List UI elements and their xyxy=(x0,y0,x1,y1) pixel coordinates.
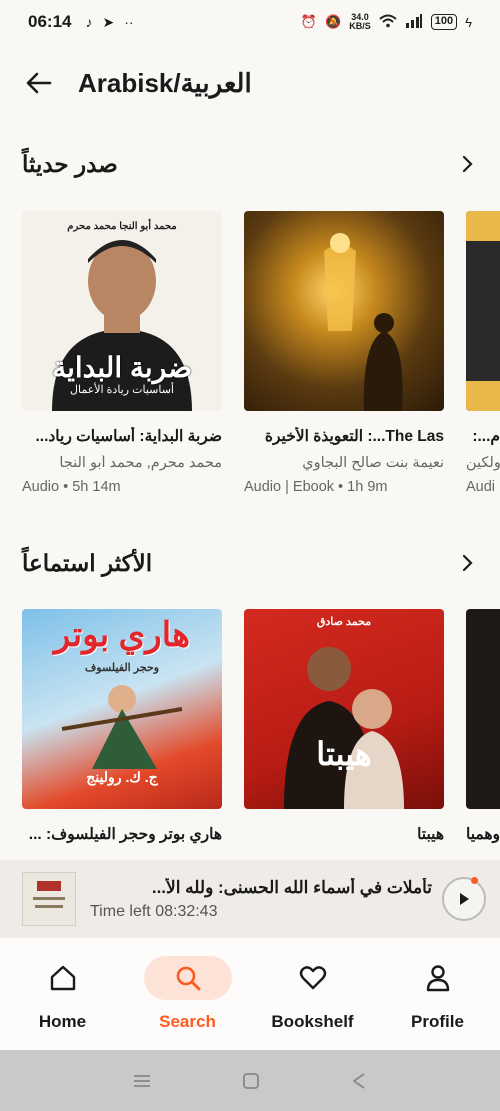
notification-icons: ♪ ➤ ·· xyxy=(85,14,133,31)
mini-player-time-left: Time left 08:32:43 xyxy=(90,902,218,920)
charging-icon: ϟ xyxy=(465,14,472,30)
section-title: صدر حديثاً xyxy=(22,150,118,177)
more-dots-icon: ·· xyxy=(124,13,134,30)
book-card[interactable]: وهميا xyxy=(466,609,500,844)
book-card[interactable]: محمد أبو النجا محمد محرم ضربة البداية أس… xyxy=(22,211,222,495)
tab-label: Home xyxy=(38,1012,87,1031)
progress-indicator xyxy=(471,877,478,884)
tab-label: Search xyxy=(159,1012,216,1031)
section-header[interactable]: صدر حديثاً xyxy=(0,144,500,184)
book-cover[interactable] xyxy=(466,609,500,809)
book-cover[interactable]: محمد صادق هيبتا xyxy=(244,609,444,809)
tab-home[interactable]: Home xyxy=(0,938,125,1050)
mini-player-cover[interactable] xyxy=(22,872,76,926)
book-author: ولكين xyxy=(466,455,500,471)
book-meta: Audi xyxy=(466,479,496,495)
glowing-figure-illustration xyxy=(324,233,403,411)
book-title: هيبتا xyxy=(417,826,444,843)
book-title: م...: xyxy=(472,428,500,445)
mini-player-text[interactable]: تأملات في أسماء الله الحسنى: ولله الأ...… xyxy=(90,878,432,921)
wifi-icon xyxy=(379,14,397,31)
network-speed: 34.0 KB/S xyxy=(349,12,371,31)
section-header[interactable]: الأكثر استماعاً xyxy=(0,543,500,583)
page-title: Arabisk/العربية xyxy=(78,67,252,98)
back-nav-icon[interactable] xyxy=(350,1072,368,1090)
section-most-listened: الأكثر استماعاً هاري بوتر وحجر الفيلسوف … xyxy=(0,543,500,860)
status-right: ⏰ 🔕 34.0 KB/S 100 ϟ xyxy=(301,13,472,31)
tiktok-icon: ♪ xyxy=(85,13,93,30)
tab-bookshelf[interactable]: Bookshelf xyxy=(250,938,375,1050)
mute-icon: 🔕 xyxy=(325,14,342,29)
tab-profile[interactable]: Profile xyxy=(375,938,500,1050)
page-header: Arabisk/العربية xyxy=(0,52,500,114)
mini-player-title: تأملات في أسماء الله الحسنى: ولله الأ... xyxy=(151,877,432,897)
status-time: 06:14 xyxy=(28,12,72,31)
book-cover[interactable] xyxy=(244,211,444,411)
home-nav-icon[interactable] xyxy=(242,1072,260,1090)
book-card[interactable]: هاري بوتر وحجر الفيلسوف ج. ك. رولينج هار… xyxy=(22,609,222,844)
mini-player[interactable]: تأملات في أسماء الله الحسنى: ولله الأ...… xyxy=(0,860,500,938)
status-bar: 06:14 ♪ ➤ ·· ⏰ 🔕 34.0 KB/S 100 ϟ xyxy=(0,0,500,44)
book-cover[interactable] xyxy=(466,211,500,411)
alarm-icon: ⏰ xyxy=(300,14,318,29)
play-button[interactable] xyxy=(442,877,486,921)
book-card[interactable]: محمد صادق هيبتا هيبتا xyxy=(244,609,444,844)
telegram-icon: ➤ xyxy=(102,13,115,30)
bottom-tab-bar: Home Search Bookshelf Profile xyxy=(0,938,500,1050)
chevron-right-icon[interactable] xyxy=(456,153,478,175)
book-meta: Audio • 5h 14m xyxy=(22,479,121,495)
couple-illustration xyxy=(284,647,404,809)
battery-indicator: 100 xyxy=(430,14,458,30)
back-arrow-icon[interactable] xyxy=(24,68,54,98)
section-recently-released: صدر حديثاً محمد أبو النجا محمد محرم ضربة… xyxy=(0,144,500,504)
book-cover[interactable]: محمد أبو النجا محمد محرم ضربة البداية أس… xyxy=(22,211,222,411)
book-title: ضربة البداية: أساسيات رياد... xyxy=(35,428,222,445)
book-card[interactable]: م...: ولكين Audi xyxy=(466,211,500,495)
book-author: نعيمة بنت صالح البجاوي xyxy=(302,455,444,471)
chevron-right-icon[interactable] xyxy=(456,552,478,574)
book-title: The Las...: التعويذة الأخيرة xyxy=(264,428,444,445)
tab-label: Bookshelf xyxy=(271,1012,354,1031)
tab-search[interactable]: Search xyxy=(125,938,250,1050)
play-icon xyxy=(460,893,469,905)
heart-icon xyxy=(299,966,326,990)
person-icon xyxy=(426,965,449,992)
book-author: محمد محرم, محمد أبو النجا xyxy=(59,455,222,471)
tab-label: Profile xyxy=(411,1012,464,1031)
home-icon xyxy=(50,965,75,991)
section-title: الأكثر استماعاً xyxy=(22,549,153,576)
book-title: هاري بوتر وحجر الفيلسوف: ... xyxy=(28,826,222,843)
book-title: وهميا xyxy=(466,826,500,843)
book-meta: Audio | Ebook • 1h 9m xyxy=(244,479,388,495)
book-cover[interactable]: هاري بوتر وحجر الفيلسوف ج. ك. رولينج xyxy=(22,609,222,809)
recent-apps-icon[interactable] xyxy=(132,1073,152,1089)
signal-icon xyxy=(405,13,423,31)
book-card[interactable]: The Las...: التعويذة الأخيرة نعيمة بنت ص… xyxy=(244,211,444,495)
system-navigation-bar xyxy=(0,1050,500,1111)
search-icon xyxy=(176,966,200,991)
